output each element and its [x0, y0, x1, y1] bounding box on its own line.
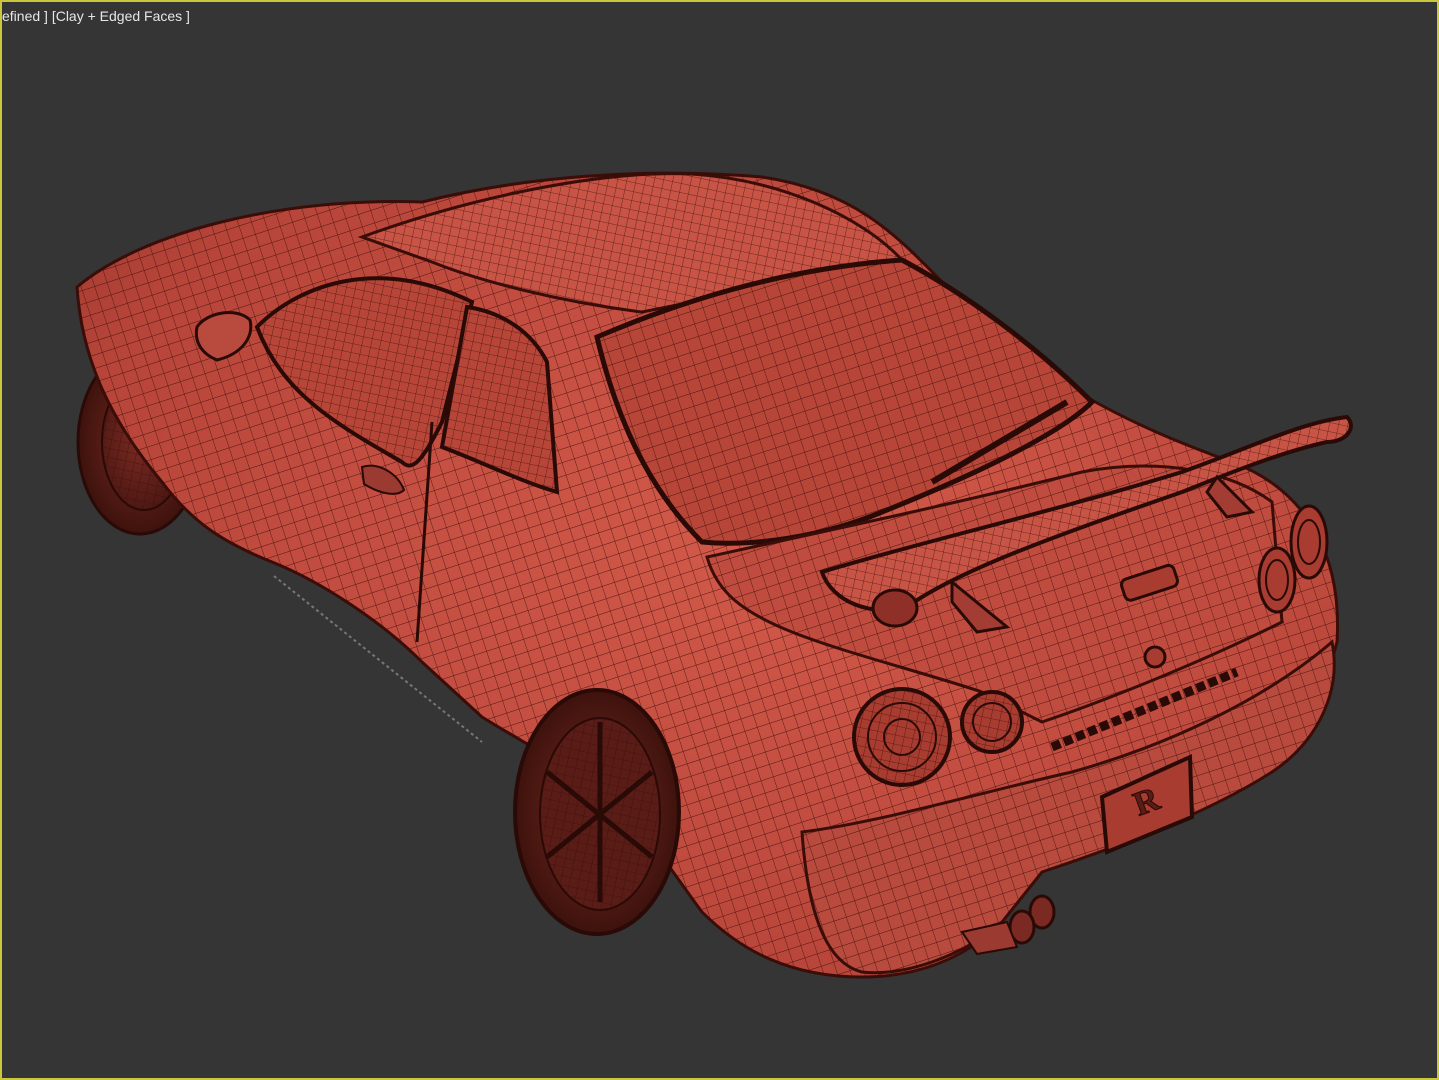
tail-light-left-inner: [960, 690, 1024, 754]
perspective-viewport[interactable]: R efined ] [Clay + Edged Faces ]: [0, 0, 1439, 1080]
trunk-emblem: [1143, 645, 1167, 669]
tail-light-right-outer: [1289, 504, 1329, 580]
tail-light-right-inner: [1257, 546, 1297, 614]
viewport-label[interactable]: efined ] [Clay + Edged Faces ]: [2, 8, 190, 24]
tail-light-left-outer: [852, 687, 952, 787]
car-model: R: [75, 171, 1353, 979]
near-rear-wheel: [513, 688, 681, 936]
